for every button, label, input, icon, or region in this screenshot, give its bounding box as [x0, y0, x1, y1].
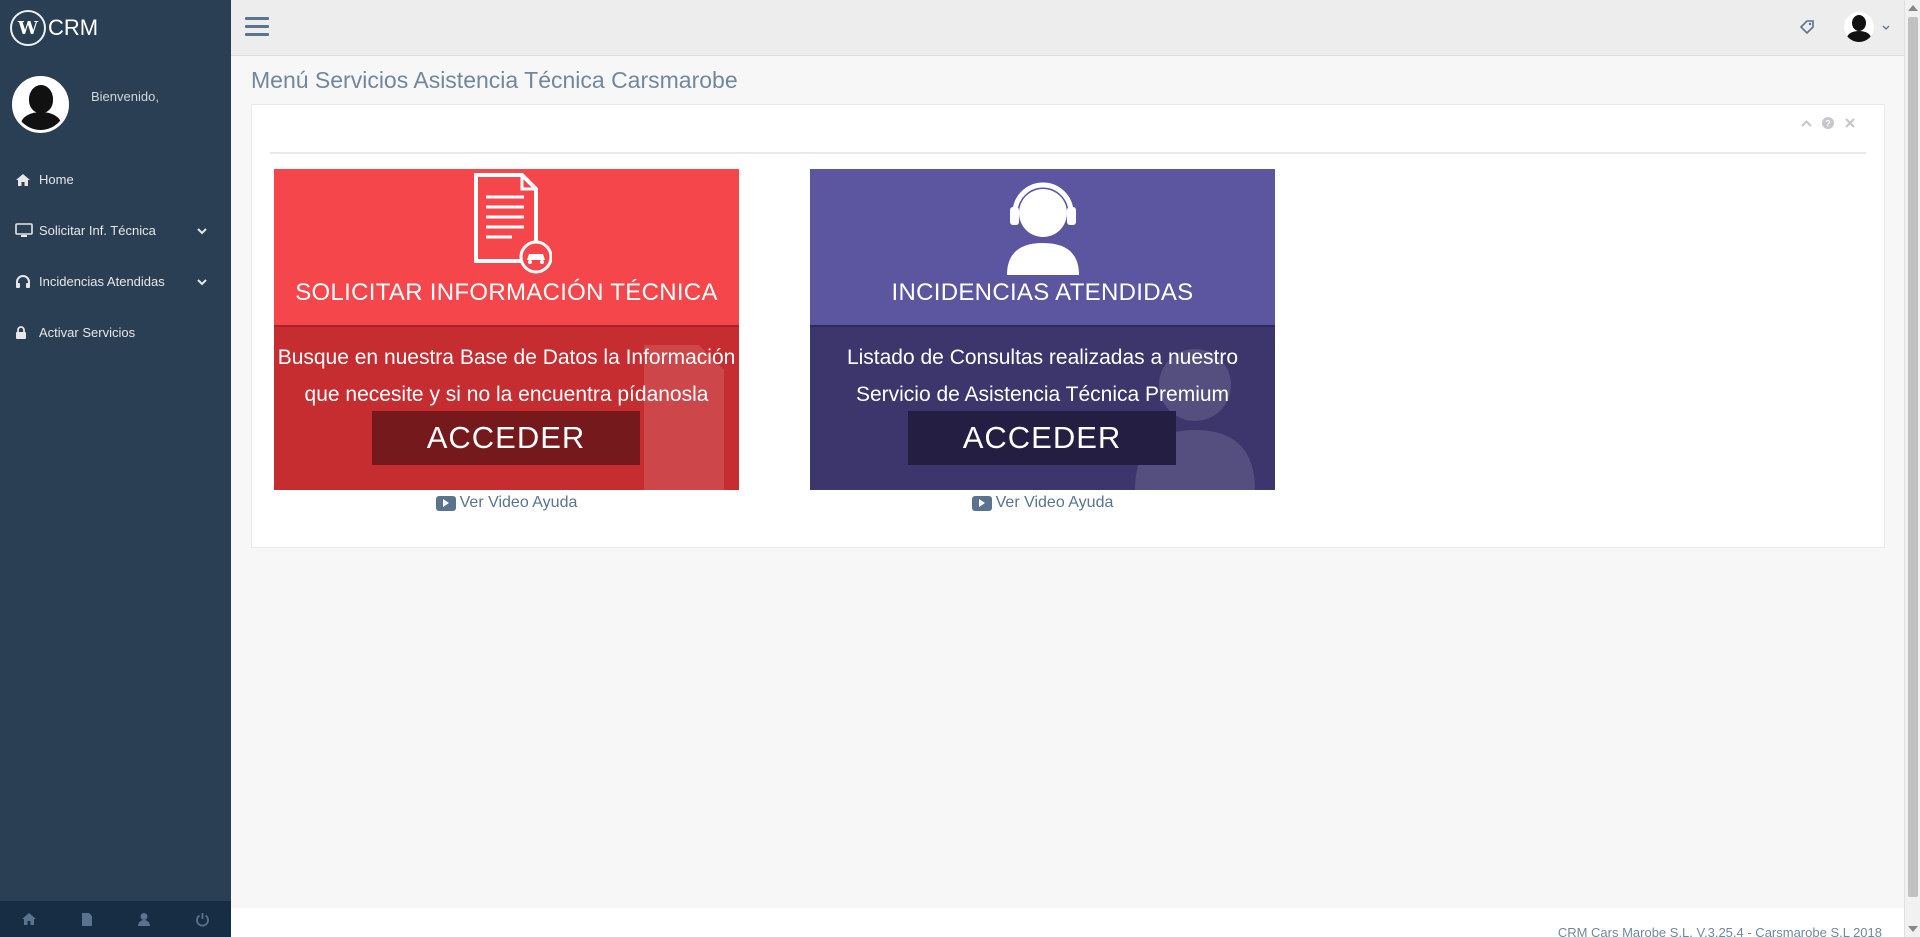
sidebar-menu: Home Solicitar Inf. Técnica Incidencias …	[0, 154, 231, 358]
main-content: Menú Servicios Asistencia Técnica Carsma…	[231, 56, 1904, 908]
avatar	[12, 76, 69, 133]
card-description: Listado de Consultas realizadas a nuestr…	[846, 346, 1239, 406]
tag-button[interactable]	[1798, 17, 1818, 37]
chevron-down-icon	[1882, 25, 1890, 30]
page-title: Menú Servicios Asistencia Técnica Carsma…	[251, 67, 738, 93]
sidebar-item-home[interactable]: Home	[0, 154, 231, 205]
scrollbar-thumb[interactable]	[1908, 17, 1918, 897]
question-icon: ?	[1822, 117, 1834, 129]
sidebar-item-label: Solicitar Inf. Técnica	[39, 223, 156, 238]
file-icon	[81, 912, 92, 926]
chevron-down-icon	[197, 223, 207, 238]
user-icon	[138, 912, 151, 926]
sidebar-item-label: Activar Servicios	[39, 325, 136, 340]
sidebar-item-activar[interactable]: Activar Servicios	[0, 307, 231, 358]
topbar	[231, 0, 1904, 56]
services-panel: ? SOLICITAR INFORMACIÓN TÉCNICA Busque e…	[251, 104, 1885, 548]
scroll-down-icon[interactable]	[1908, 926, 1918, 932]
welcome-text: Bienvenido,	[91, 89, 159, 104]
video-help-link[interactable]: Ver Video Ayuda	[810, 494, 1275, 512]
help-button[interactable]: ?	[1822, 117, 1834, 129]
panel-toolbar: ?	[1800, 117, 1856, 129]
solicitar-info-card[interactable]: SOLICITAR INFORMACIÓN TÉCNICA Busque en …	[274, 169, 739, 490]
sidebar-item-label: Home	[39, 172, 74, 187]
footer-logout-button[interactable]	[177, 901, 227, 937]
card-body: Listado de Consultas realizadas a nuestr…	[810, 325, 1275, 490]
topbar-right	[1798, 12, 1890, 42]
sidebar-footer	[0, 901, 231, 937]
svg-text:?: ?	[1825, 119, 1831, 129]
video-play-icon	[971, 495, 992, 511]
tags-icon	[1800, 20, 1814, 34]
close-button[interactable]	[1844, 117, 1856, 129]
card-description: Busque en nuestra Base de Datos la Infor…	[277, 346, 736, 406]
card-title: SOLICITAR INFORMACIÓN TÉCNICA	[295, 279, 718, 306]
menu-toggle-button[interactable]	[245, 17, 269, 37]
panel-divider	[270, 152, 1866, 154]
logo-icon: W	[10, 10, 46, 46]
video-play-icon	[435, 495, 456, 511]
chevron-down-icon	[197, 274, 207, 289]
card-title: INCIDENCIAS ATENDIDAS	[891, 279, 1194, 306]
acceder-button[interactable]: ACCEDER	[908, 411, 1176, 465]
sidebar: W CRM Bienvenido, Home Solicitar Inf. Té…	[0, 0, 231, 937]
scroll-up-icon[interactable]	[1908, 5, 1918, 11]
home-icon	[15, 173, 39, 187]
brand[interactable]: W CRM	[0, 0, 231, 56]
close-icon	[1845, 118, 1855, 128]
footer-text: CRM Cars Marobe S.L. V.3.25.4 - Carsmaro…	[1557, 925, 1882, 937]
lock-icon	[15, 325, 39, 340]
incidencias-card[interactable]: INCIDENCIAS ATENDIDAS Listado de Consult…	[810, 169, 1275, 490]
avatar	[1844, 12, 1874, 42]
collapse-button[interactable]	[1800, 117, 1812, 129]
footer-file-button[interactable]	[62, 901, 112, 937]
vertical-scrollbar[interactable]	[1904, 0, 1920, 937]
desktop-icon	[15, 223, 39, 238]
headphones-icon	[15, 274, 39, 289]
card-body: Busque en nuestra Base de Datos la Infor…	[274, 325, 739, 490]
card-header: INCIDENCIAS ATENDIDAS	[810, 169, 1275, 325]
home-icon	[21, 913, 36, 925]
card-header: SOLICITAR INFORMACIÓN TÉCNICA	[274, 169, 739, 325]
chevron-up-icon	[1800, 119, 1812, 127]
sidebar-item-label: Incidencias Atendidas	[39, 274, 165, 289]
headset-user-icon	[1006, 182, 1079, 275]
footer: CRM Cars Marobe S.L. V.3.25.4 - Carsmaro…	[231, 908, 1904, 937]
brand-name: CRM	[48, 15, 99, 40]
user-menu[interactable]	[1844, 12, 1890, 42]
footer-user-button[interactable]	[119, 901, 169, 937]
acceder-button[interactable]: ACCEDER	[372, 411, 640, 465]
footer-home-button[interactable]	[4, 901, 54, 937]
profile: Bienvenido,	[0, 56, 231, 146]
power-icon	[195, 912, 209, 926]
sidebar-item-incidencias[interactable]: Incidencias Atendidas	[0, 256, 231, 307]
video-help-link[interactable]: Ver Video Ayuda	[274, 494, 739, 512]
document-car-icon	[473, 173, 552, 274]
sidebar-item-solicitar[interactable]: Solicitar Inf. Técnica	[0, 205, 231, 256]
